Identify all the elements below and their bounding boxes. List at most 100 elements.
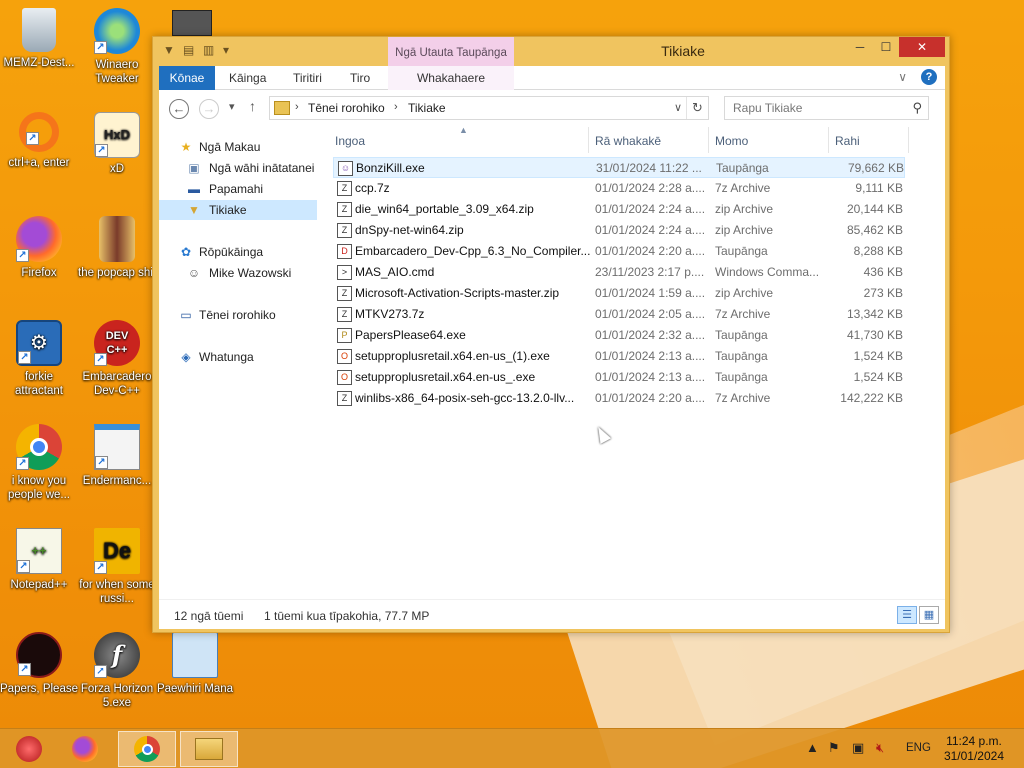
customize-qat-icon[interactable]: ▾ xyxy=(223,43,237,57)
details-view-button[interactable]: ☰ xyxy=(897,606,917,624)
star-icon: ★ xyxy=(180,140,192,154)
desktop-icon-notepadpp[interactable]: ++ ↗ Notepad++ xyxy=(0,528,78,592)
nav-this-pc[interactable]: ▭ Tēnei rorohiko xyxy=(159,305,317,325)
taskbar-firefox[interactable] xyxy=(56,731,114,767)
office-icon: O xyxy=(337,370,352,385)
tab-manage[interactable]: Whakahaere xyxy=(388,66,514,90)
column-header-type[interactable]: Momo xyxy=(709,127,829,153)
network-icon: ◈ xyxy=(181,350,191,364)
network-tray-icon[interactable]: ▣ xyxy=(852,740,864,756)
nav-user[interactable]: ☺ Mike Wazowski xyxy=(159,263,317,283)
show-hidden-icons-button[interactable]: ▲ xyxy=(806,740,819,755)
search-icon[interactable]: ⚲ xyxy=(912,100,922,116)
papers-please-icon: ↗ xyxy=(16,632,62,678)
column-header-date[interactable]: Rā whakakē xyxy=(589,127,709,153)
file-row[interactable]: D Embarcadero_Dev-Cpp_6.3_No_Compiler... 0… xyxy=(333,241,905,262)
maximize-button[interactable]: ☐ xyxy=(873,37,899,57)
desktop-icon-papers-please[interactable]: ↗ Papers, Please xyxy=(0,632,78,696)
file-row[interactable]: Zccp.7z 01/01/2024 2:28 a.... 7z Archive 9,… xyxy=(333,178,905,199)
address-dropdown-icon[interactable]: ∨ xyxy=(674,101,682,114)
properties-icon[interactable]: ▤ xyxy=(183,43,197,57)
file-row[interactable]: P PapersPlease64.exe 01/01/2024 2:32 a....… xyxy=(333,325,905,346)
tab-share[interactable]: Tiritiri xyxy=(293,66,322,90)
file-type: 7z Archive xyxy=(715,391,771,405)
file-row[interactable]: Osetupproplusretail.x64.en-us_.exe 01/01/… xyxy=(333,367,905,388)
minimize-button[interactable]: ─ xyxy=(847,37,873,57)
archive-icon: Z xyxy=(337,286,352,301)
action-center-flag-icon[interactable]: ⚑ xyxy=(828,740,840,756)
large-icons-view-button[interactable]: ▦ xyxy=(919,606,939,624)
file-row[interactable]: Zwinlibs-x86_64-posix-seh-gcc-13.2.0-llv… xyxy=(333,388,905,409)
start-orb-icon xyxy=(16,736,42,762)
desktop-icon-firefox[interactable]: ↗ Firefox xyxy=(0,216,78,280)
back-button[interactable]: ← xyxy=(169,99,189,119)
taskbar-chrome[interactable] xyxy=(118,731,176,767)
desktop-icon-chrome[interactable]: ↗ i know you people we... xyxy=(0,424,78,502)
start-button[interactable] xyxy=(0,731,58,767)
file-row[interactable]: Zdie_win64_portable_3.09_x64.zip 01/01/20… xyxy=(333,199,905,220)
desktop-icon-forza[interactable]: f ↗ Forza Horizon 5.exe xyxy=(78,632,156,710)
window-title: Tikiake xyxy=(661,43,705,59)
desktop-icon-winaero[interactable]: ↗ Winaero Tweaker xyxy=(78,8,156,86)
desktop-icon-ctrl-a[interactable]: ↗ ctrl+a, enter xyxy=(0,112,78,170)
desktop-icon-de[interactable]: De ↗ for when some russi... xyxy=(78,528,156,606)
file-name: Microsoft-Activation-Scripts-master.zip xyxy=(355,286,560,300)
file-row[interactable]: Z Microsoft-Activation-Scripts-master.zip… xyxy=(333,283,905,304)
recent-places-icon: ▣ xyxy=(188,161,200,175)
search-input[interactable] xyxy=(733,98,903,118)
file-date: 31/01/2024 11:22 ... xyxy=(596,161,702,175)
nav-downloads[interactable]: ▼ Tikiake xyxy=(159,200,317,220)
desktop-icon-forkie[interactable]: ⚙ ↗ forkie attractant xyxy=(0,320,78,398)
breadcrumb-downloads[interactable]: Tikiake xyxy=(408,101,446,115)
folder-down-icon[interactable]: ▼ xyxy=(163,43,177,57)
nav-quick-access[interactable]: ★ Ngā Makau xyxy=(159,137,317,157)
expand-ribbon-icon[interactable]: ∨ xyxy=(898,70,907,84)
archive-icon: Z xyxy=(337,202,352,217)
forward-button[interactable]: → xyxy=(199,99,219,119)
recent-locations-button[interactable]: ▾ xyxy=(229,100,235,113)
volume-muted-icon[interactable]: 🔇︎ xyxy=(876,740,884,756)
shortcut-arrow-icon: ↗ xyxy=(18,663,31,676)
file-name: MTKV273.7z xyxy=(355,307,425,321)
file-row[interactable]: Z MTKV273.7z 01/01/2024 2:05 a.... 7z Archi… xyxy=(333,304,905,325)
homegroup-icon: ✿ xyxy=(180,245,192,259)
file-row[interactable]: > MAS_AIO.cmd 23/11/2023 2:17 p.... Windows… xyxy=(333,262,905,283)
taskbar-file-explorer[interactable] xyxy=(180,731,238,767)
file-row[interactable]: ZdnSpy-net-win64.zip 01/01/2024 2:24 a...… xyxy=(333,220,905,241)
chrome-icon: ↗ xyxy=(16,424,62,470)
shortcut-arrow-icon: ↗ xyxy=(94,665,107,678)
nav-homegroup[interactable]: ✿ Rōpūkāinga xyxy=(159,242,317,262)
shortcut-arrow-icon: ↗ xyxy=(16,249,29,262)
clock[interactable]: 11:24 p.m. 31/01/2024 xyxy=(944,734,1004,764)
column-header-size[interactable]: Rahi xyxy=(829,127,909,153)
help-icon[interactable]: ? xyxy=(921,69,937,85)
close-button[interactable]: ✕ xyxy=(899,37,945,57)
tab-file[interactable]: Kōnae xyxy=(159,66,215,90)
tab-home[interactable]: Kāinga xyxy=(229,66,266,90)
desktop-icon-devcpp[interactable]: DEV C++ ↗ Embarcadero Dev-C++ xyxy=(78,320,156,398)
refresh-icon[interactable]: ↻ xyxy=(686,97,708,119)
address-bar[interactable]: › Tēnei rorohiko › Tikiake ∨ ↻ xyxy=(269,96,709,120)
breadcrumb-this-pc[interactable]: Tēnei rorohiko xyxy=(308,101,385,115)
language-indicator[interactable]: ENG xyxy=(906,742,931,754)
up-button[interactable]: ↑ xyxy=(249,98,256,114)
nav-recent-places[interactable]: ▣ Ngā wāhi inātatanei xyxy=(159,158,317,178)
desktop-icon-stacked-windows[interactable] xyxy=(172,10,212,36)
file-type: Taupānga xyxy=(715,328,768,342)
taskbar: ▲ ⚑ ▣ 🔇︎ ENG 11:24 p.m. 31/01/2024 xyxy=(0,728,1024,768)
search-box[interactable]: ⚲ xyxy=(724,96,929,120)
desktop-icon-control-panel[interactable]: Paewhiri Mana xyxy=(156,632,234,696)
file-row[interactable]: Osetupproplusretail.x64.en-us_(1).exe 01/… xyxy=(333,346,905,367)
tab-view[interactable]: Tiro xyxy=(350,66,370,90)
new-folder-icon[interactable]: ▥ xyxy=(203,43,217,57)
bonzi-icon: ☺ xyxy=(338,161,353,176)
desktop-icon-popcap[interactable]: the popcap shit xyxy=(78,216,156,280)
nav-network[interactable]: ◈ Whatunga xyxy=(159,347,317,367)
nav-desktop[interactable]: ▬ Papamahi xyxy=(159,179,317,199)
file-date: 23/11/2023 2:17 p.... xyxy=(595,265,705,279)
desktop-icon-recycle-bin[interactable]: MEMZ-Dest... xyxy=(0,8,78,70)
desktop-icon-endermanch[interactable]: ↗ Endermanc... xyxy=(78,424,156,488)
desktop-icon-xd[interactable]: HxD ↗ xD xyxy=(78,112,156,176)
file-row[interactable]: ☺ BonziKill.exe 31/01/2024 11:22 ... Taupān… xyxy=(333,157,905,178)
title-bar[interactable]: ▼ ▤ ▥ ▾ Ngā Utauta Taupānga Tikiake ─ ☐ … xyxy=(153,37,949,66)
